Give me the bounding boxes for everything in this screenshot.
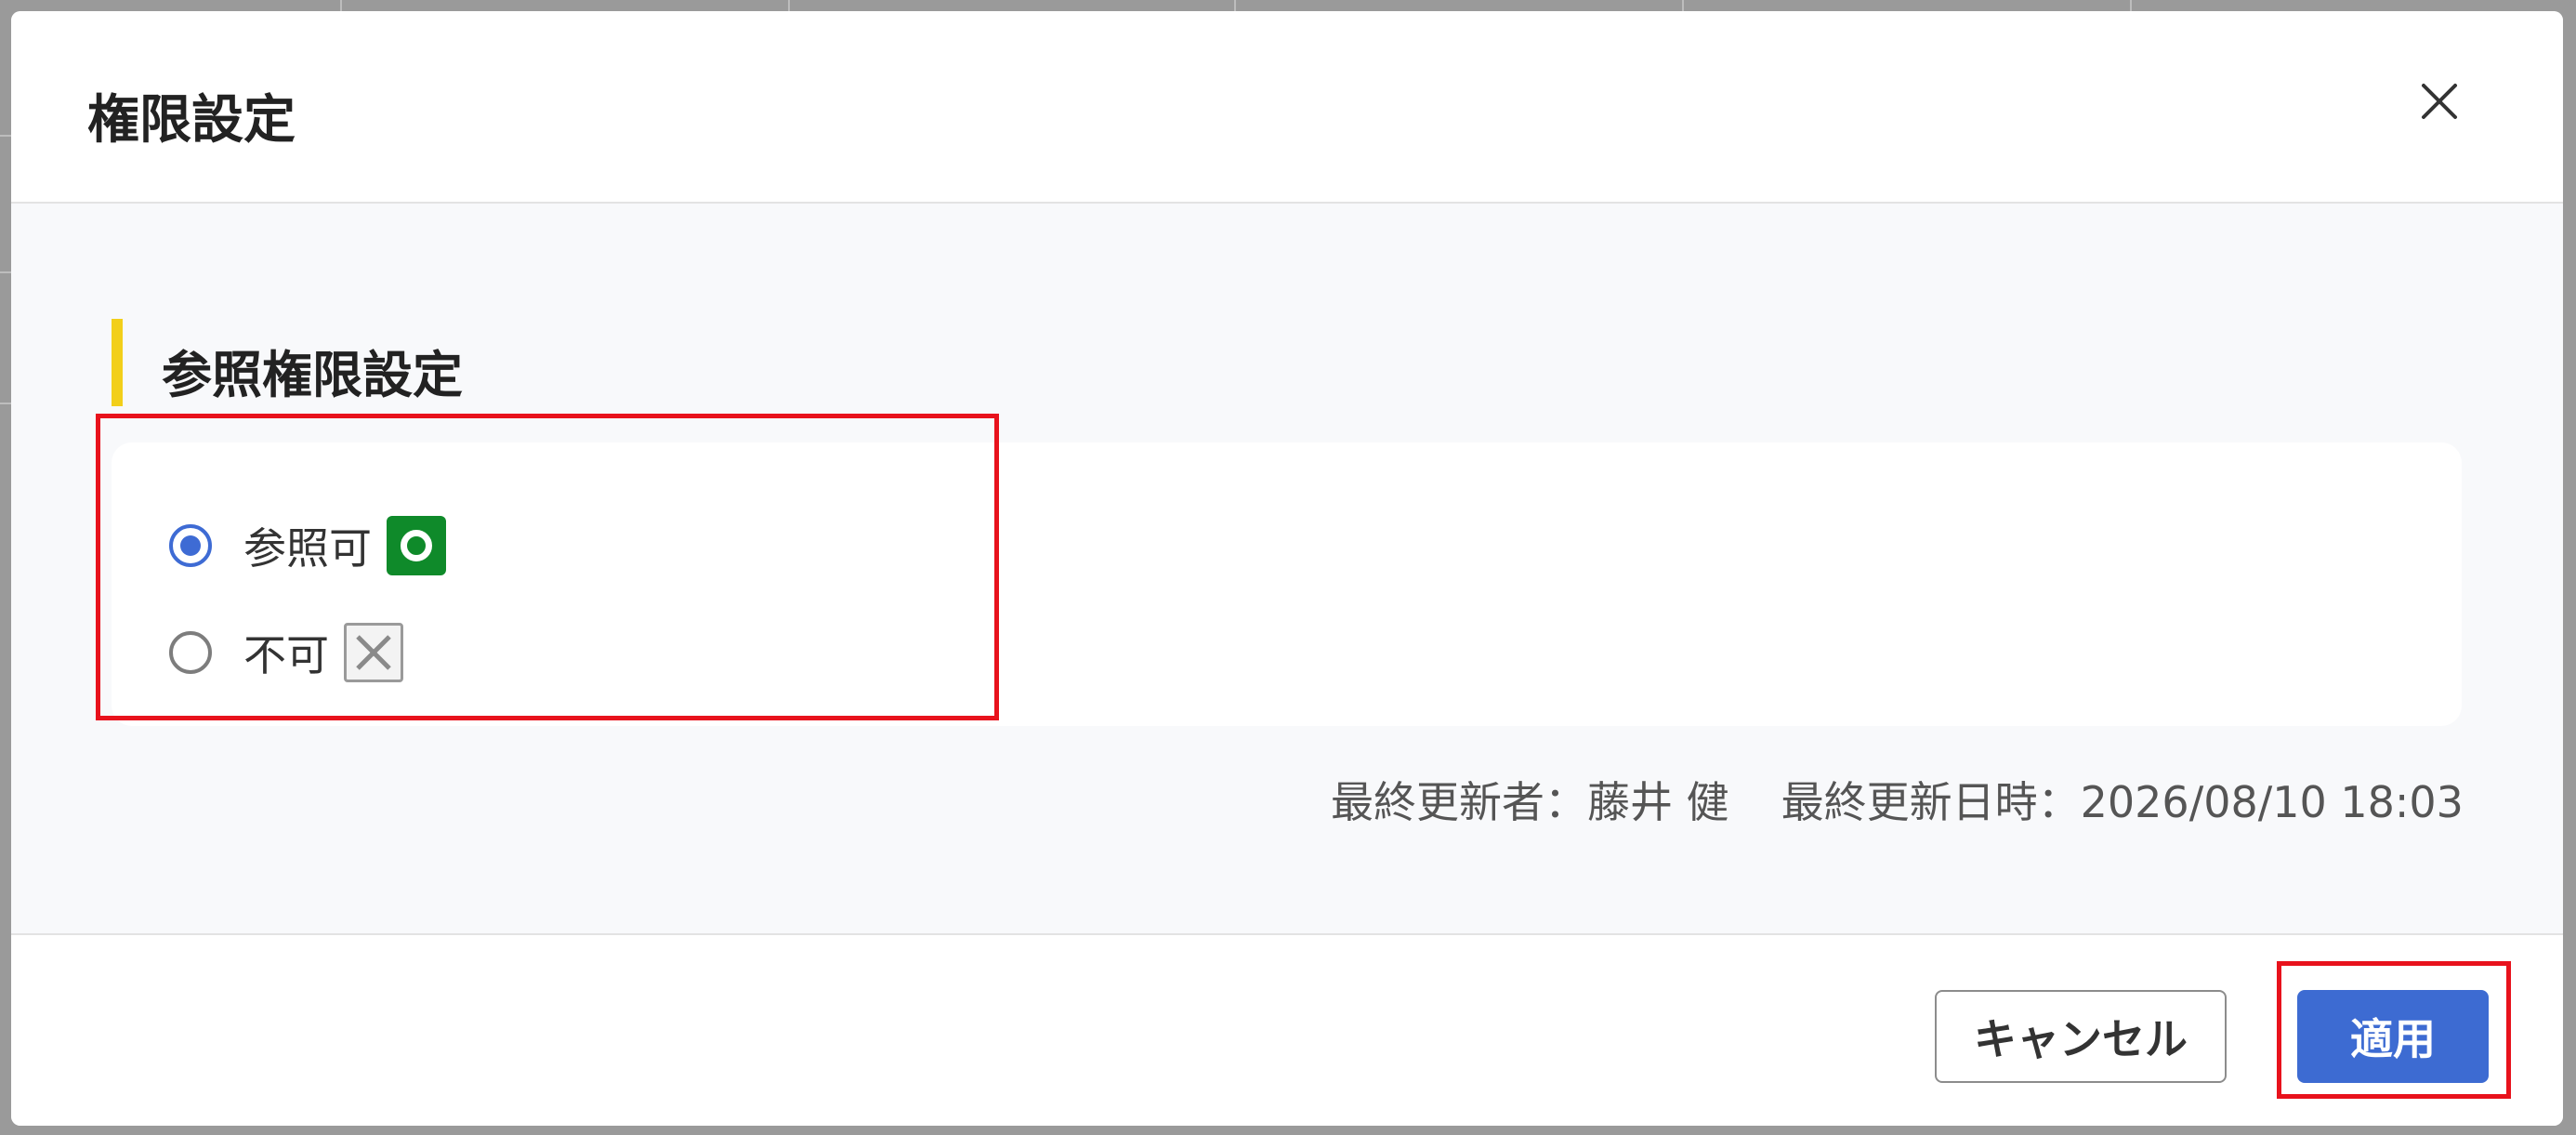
radio-view-allowed[interactable] (169, 524, 212, 567)
option-label: 参照可 (243, 523, 372, 574)
apply-button[interactable]: 適用 (2297, 990, 2489, 1083)
radio-not-allowed[interactable] (169, 631, 212, 674)
dialog-footer: キャンセル 適用 (11, 935, 2563, 1126)
dialog-title: 権限設定 (87, 90, 296, 151)
ok-circle-icon (387, 516, 446, 575)
dialog-body: 参照権限設定 参照可 不可 最終更新者：藤井 健最終更新日時：2026/08/1 (11, 204, 2563, 935)
last-updated-info: 最終更新者：藤井 健 最終更新日時：2026/08/10 18:03 (1331, 769, 2464, 830)
permission-options-panel: 参照可 不可 (112, 442, 2462, 726)
dialog-header: 権限設定 (11, 11, 2563, 204)
option-not-allowed[interactable]: 不可 (169, 622, 403, 683)
updated-by: 最終更新者：藤井 健 (1331, 777, 1729, 827)
permission-settings-dialog: 権限設定 参照権限設定 参照可 不可 最終更新者：藤井 健 最終更新日時：202… (11, 11, 2563, 1126)
ng-x-icon (344, 623, 403, 682)
cancel-button[interactable]: キャンセル (1935, 990, 2227, 1083)
updated-at: 最終更新日時：2026/08/10 18:03 (1781, 777, 2464, 827)
option-label: 不可 (243, 630, 329, 680)
close-icon (2422, 84, 2457, 119)
option-view-allowed[interactable]: 参照可 (169, 515, 446, 576)
section-heading-accent (112, 319, 123, 406)
close-button[interactable] (2411, 73, 2468, 130)
section-heading: 参照権限設定 (162, 346, 463, 404)
